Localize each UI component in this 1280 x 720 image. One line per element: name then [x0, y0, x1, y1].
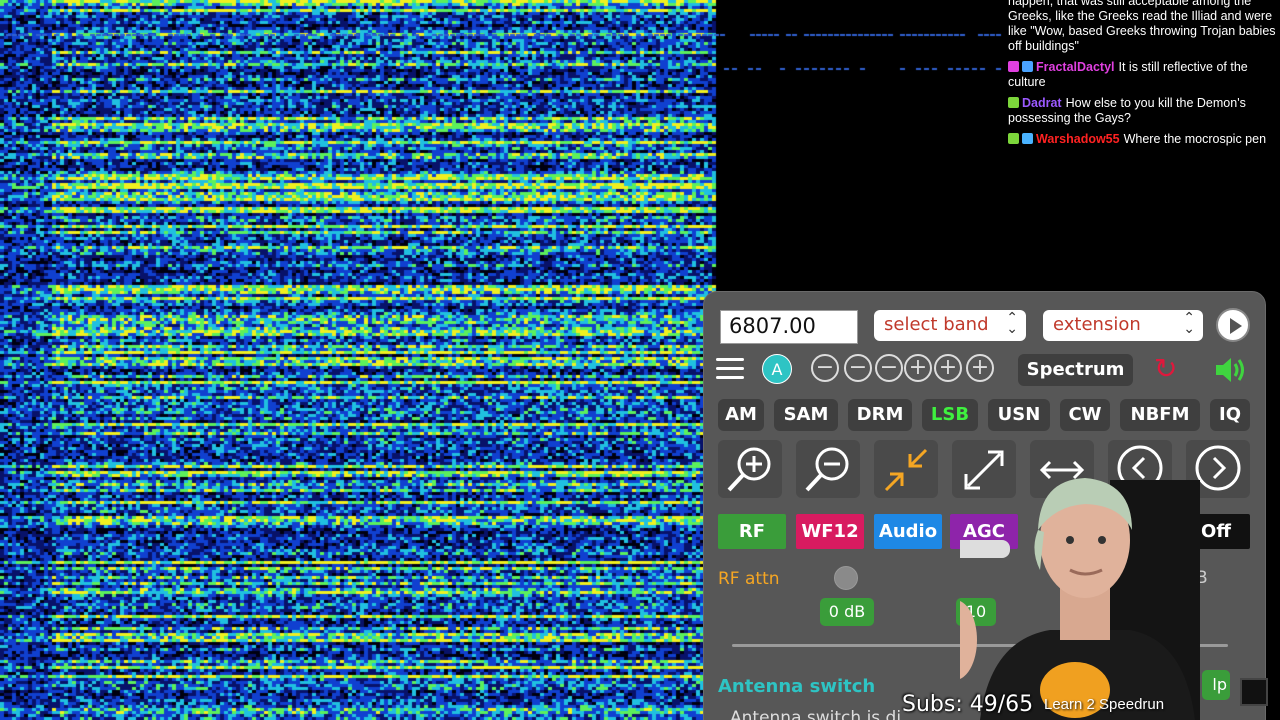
chat-message: happen, that was still acceptable among … — [1008, 0, 1280, 54]
chat-overlay: happen, that was still acceptable among … — [1008, 0, 1280, 153]
chat-message: Warshadow55 Where the mocrospic pen — [1008, 132, 1280, 147]
rf-attn-label: RF attn — [718, 569, 780, 589]
chat-username: FractalDactyl — [1036, 60, 1115, 74]
zoom-in-max-button[interactable]: + — [966, 354, 994, 382]
band-select[interactable]: select band ⌃ ⌄ — [874, 310, 1026, 341]
band-select-label: select band — [884, 314, 989, 335]
extension-select[interactable]: extension ⌃ ⌄ — [1043, 310, 1203, 341]
mode-nbfm-button[interactable]: NBFM — [1120, 399, 1200, 431]
speedrun-label: Learn 2 Speedrun — [1044, 696, 1165, 713]
mode-cw-button[interactable]: CW — [1060, 399, 1110, 431]
arrows-inward-icon — [884, 448, 928, 492]
play-icon[interactable] — [1216, 308, 1250, 342]
magnifier-plus-icon — [727, 447, 771, 492]
mode-am-button[interactable]: AM — [718, 399, 764, 431]
chat-username: Warshadow55 — [1036, 132, 1120, 146]
antenna-switch-title: Antenna switch — [718, 676, 876, 697]
chat-text: happen, that was still acceptable among … — [1008, 0, 1276, 53]
chat-badge-icon — [1008, 61, 1019, 72]
zoom-out-max-button[interactable]: − — [811, 354, 839, 382]
speaker-icon[interactable] — [1212, 354, 1250, 386]
menu-icon[interactable] — [716, 358, 744, 394]
mode-usn-button[interactable]: USN — [988, 399, 1050, 431]
chat-badge-icon — [1022, 133, 1033, 144]
tab-wf[interactable]: WF12 — [796, 514, 864, 549]
mode-sam-button[interactable]: SAM — [774, 399, 838, 431]
zoom-out-small-button[interactable]: − — [875, 354, 903, 382]
select-caret-icon: ⌃ ⌄ — [1006, 310, 1018, 337]
zoom-out-button[interactable]: − — [844, 354, 872, 382]
frequency-input[interactable]: 6807.00 — [720, 310, 858, 344]
zoom-in-small-button[interactable]: + — [904, 354, 932, 382]
zoom-out-tool-button[interactable] — [796, 440, 860, 498]
chat-username: Dadrat — [1022, 96, 1062, 110]
chat-message: FractalDactyl It is still reflective of t… — [1008, 60, 1280, 90]
refresh-icon[interactable]: ↻ — [1154, 354, 1177, 384]
chat-badge-icon — [1008, 97, 1019, 108]
a-button[interactable]: A — [762, 354, 792, 384]
subs-counter: Subs: 49/65 — [902, 692, 1034, 717]
antenna-switch-text: Antenna switch is di — [730, 708, 902, 720]
attn-0db-button[interactable]: 0 dB — [820, 598, 874, 626]
zoom-in-button[interactable]: + — [934, 354, 962, 382]
rf-attn-slider[interactable] — [834, 566, 858, 590]
extension-select-label: extension — [1053, 314, 1141, 335]
spectrum-button[interactable]: Spectrum — [1018, 354, 1133, 386]
tab-rf[interactable]: RF — [718, 514, 786, 549]
mode-drm-button[interactable]: DRM — [848, 399, 912, 431]
corner-icon — [1240, 678, 1268, 706]
mode-iq-button[interactable]: IQ — [1210, 399, 1250, 431]
magnifier-minus-icon — [805, 447, 849, 492]
compress-tool-button[interactable] — [874, 440, 938, 498]
tab-audio[interactable]: Audio — [874, 514, 942, 549]
webcam-overlay — [960, 478, 1200, 720]
zoom-in-tool-button[interactable] — [718, 440, 782, 498]
mode-lsb-button[interactable]: LSB — [922, 399, 978, 431]
chat-badge-icon — [1008, 133, 1019, 144]
chat-badge-icon — [1022, 61, 1033, 72]
chat-message: Dadrat How else to you kill the Demon's p… — [1008, 96, 1280, 126]
select-caret-icon: ⌃ ⌄ — [1183, 310, 1195, 337]
chat-text: Where the mocrospic pen — [1123, 132, 1267, 146]
